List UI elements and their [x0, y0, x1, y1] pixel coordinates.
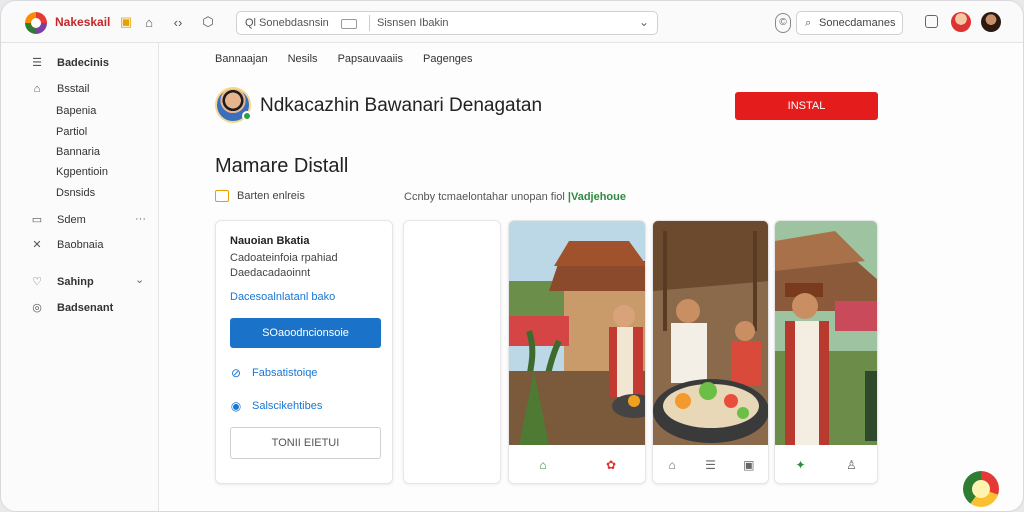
more-icon[interactable]: ···	[135, 213, 146, 225]
search-secondary-placeholder: Sisnsen Ibakin	[377, 17, 449, 29]
meta-right-highlight[interactable]: |Vadjehoue	[568, 191, 626, 203]
globe-icon: ◎	[32, 302, 42, 314]
sidebar-item-8[interactable]: ♡ Sahinp	[31, 275, 94, 289]
sidebar-item-2[interactable]: Partiol	[56, 126, 87, 138]
sidebar-item-label: Sdem	[57, 213, 86, 226]
card-line: Daedacadaoinnt	[230, 267, 311, 279]
user-avatar[interactable]	[981, 12, 1001, 32]
market-photo	[509, 221, 645, 445]
card-action-1[interactable]: ⊘ Fabsatistoiqe	[230, 366, 317, 380]
photo-card-footer: ⌂ ☰ ▣	[653, 445, 768, 483]
meta-right: Ccnby tcmaelontahar unopan fiol |Vadjeho…	[404, 191, 626, 203]
primary-button[interactable]: SOaoodncionsoie	[230, 318, 381, 348]
install-button[interactable]: INSTAL	[735, 92, 878, 120]
flower-icon[interactable]: ✿	[603, 458, 619, 472]
photo-card-footer: ✦ ♙	[775, 445, 877, 483]
sidebar-item-4[interactable]: Kgpentioin	[56, 166, 108, 178]
card-action-2[interactable]: ◉ Salscikehtibes	[230, 399, 323, 413]
secondary-search-input[interactable]: ⌕ Sonecdamanes	[796, 11, 903, 35]
home-icon[interactable]: ⌂	[140, 13, 158, 31]
blank-card	[403, 220, 501, 484]
search-placeholder: Ql Sonebdasnsin	[245, 17, 329, 29]
search-icon: ⌕	[805, 17, 812, 29]
sidebar-item-6[interactable]: ▭ Sdem	[31, 213, 86, 227]
briefcase-icon	[215, 190, 229, 202]
sidebar-header-label: Badecinis	[57, 56, 109, 69]
app-logo[interactable]	[25, 12, 47, 34]
photo-card[interactable]: ✦ ♙	[774, 220, 878, 484]
window-icon[interactable]	[925, 15, 938, 28]
calendar-icon[interactable]: ▣	[117, 13, 135, 31]
photo-card-footer: ⌂ ✿	[509, 445, 645, 483]
sidebar-item-5[interactable]: Dsnsids	[56, 187, 95, 199]
tab-1[interactable]: Nesils	[288, 53, 318, 65]
menu-icon[interactable]: ☰	[702, 458, 718, 472]
meta-right-highlight-text: Vadjehoue	[570, 191, 626, 203]
card-action-label: Salscikehtibes	[252, 400, 323, 412]
stack-icon: ☰	[32, 57, 42, 69]
section-title: Mamare Distall	[215, 155, 349, 177]
info-card: Nauoian Bkatia Cadoateinfoia rpahiad Dae…	[215, 220, 393, 484]
meta-right-text: Ccnby tcmaelontahar unopan fiol	[404, 191, 565, 203]
meta-left-text: Barten enlreis	[237, 190, 305, 202]
meta-left: Barten enlreis	[215, 190, 305, 202]
sidebar-item-label: Badsenant	[57, 301, 114, 314]
heart-icon: ♡	[32, 276, 42, 288]
user-icon[interactable]: ♙	[844, 458, 860, 472]
sidebar-item-0[interactable]: ⌂ Bsstail	[31, 83, 90, 95]
code-icon[interactable]: ‹›	[169, 13, 187, 31]
tab-0[interactable]: Bannaajan	[215, 53, 268, 65]
tools-icon: ✕	[32, 239, 42, 251]
divider	[369, 15, 370, 31]
online-status-icon	[242, 111, 252, 121]
sidebar-item-9[interactable]: ◎ Badsenant	[31, 301, 114, 315]
secondary-search-text: Sonecdamanes	[819, 17, 896, 29]
chevron-down-icon[interactable]: ⌄	[135, 273, 144, 286]
sidebar-item-1[interactable]: Bapenia	[56, 105, 96, 117]
profile-avatar[interactable]	[215, 87, 252, 123]
book-icon[interactable]: ▣	[741, 458, 757, 472]
sidebar-item-7[interactable]: ✕ Baobnaia	[31, 238, 104, 252]
app-window: Nakeskail ▣ ⌂ ‹› ⬡ Ql Sonebdasnsin Sisns…	[0, 0, 1024, 512]
photo-card[interactable]: ⌂ ✿	[508, 220, 646, 484]
link-icon: ⊘	[230, 366, 242, 380]
sidebar: ☰ Badecinis ⌂ Bsstail Bapenia Partiol Ba…	[1, 43, 159, 511]
tab-bar: Bannaajan Nesils Papsauvaaiis Pagenges	[215, 53, 473, 65]
floating-action-button[interactable]	[963, 471, 999, 507]
chevron-down-icon[interactable]: ⌄	[639, 15, 649, 29]
avatar[interactable]	[951, 12, 971, 32]
card-title: Nauoian Bkatia	[230, 235, 310, 247]
profile-name: Ndkacazhin Bawanari Denagatan	[260, 95, 543, 116]
leaf-icon[interactable]: ✦	[793, 458, 809, 472]
app-name: Nakeskail	[55, 15, 111, 29]
shield-icon[interactable]: ⬡	[199, 13, 217, 31]
record-icon[interactable]: ©	[775, 13, 791, 33]
card-line: Cadoateinfoia rpahiad	[230, 252, 338, 264]
keyboard-icon	[341, 19, 357, 29]
sidebar-header[interactable]: ☰ Badecinis	[31, 56, 109, 70]
tab-3[interactable]: Pagenges	[423, 53, 473, 65]
sidebar-item-label: Baobnaia	[57, 238, 104, 251]
shield-icon: ◉	[230, 399, 242, 413]
portrait-photo	[775, 221, 877, 445]
home-icon: ⌂	[33, 83, 41, 95]
tab-2[interactable]: Papsauvaaiis	[338, 53, 403, 65]
top-bar: Nakeskail ▣ ⌂ ‹› ⬡ Ql Sonebdasnsin Sisns…	[1, 1, 1023, 43]
home-icon[interactable]: ⌂	[535, 458, 551, 472]
sidebar-item-label: Sahinp	[57, 275, 94, 288]
pin-icon[interactable]: ⌂	[664, 458, 680, 472]
sidebar-item-3[interactable]: Bannaria	[56, 146, 100, 158]
card-link[interactable]: Dacesoalnlatanl bako	[230, 291, 335, 303]
secondary-button[interactable]: TONII EIETUI	[230, 427, 381, 459]
food-photo	[653, 221, 768, 445]
search-input[interactable]: Ql Sonebdasnsin Sisnsen Ibakin ⌄	[236, 11, 658, 35]
photo-card[interactable]: ⌂ ☰ ▣	[652, 220, 769, 484]
sidebar-item-label: Bsstail	[57, 83, 90, 95]
card-action-label: Fabsatistoiqe	[252, 367, 318, 379]
folder-icon: ▭	[31, 214, 43, 226]
